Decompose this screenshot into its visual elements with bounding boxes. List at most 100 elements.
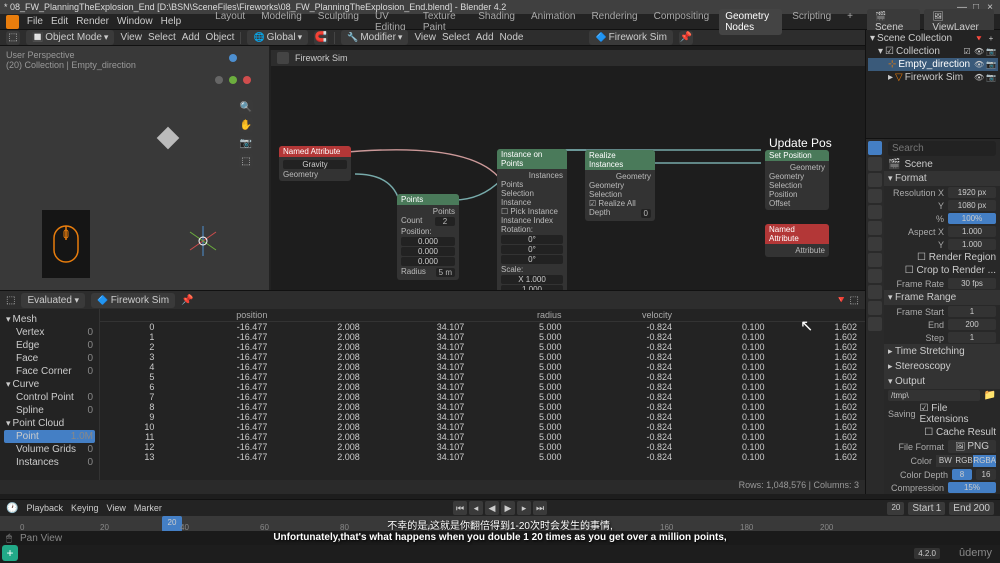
fps-field[interactable]: 30 fps xyxy=(948,278,996,289)
table-row[interactable]: 1-16.4772.00834.1075.000-0.8240.1001.602 xyxy=(100,332,865,342)
column-header[interactable] xyxy=(680,309,772,322)
menu-window[interactable]: Window xyxy=(117,16,153,27)
selection-icon[interactable]: ⬚ xyxy=(850,295,859,306)
column-header[interactable] xyxy=(772,309,865,322)
stereo-panel[interactable]: ▸ Stereoscopy xyxy=(884,359,1000,374)
scene-collection[interactable]: Scene Collection xyxy=(877,33,972,44)
tree-item[interactable]: ▾ Mesh xyxy=(4,313,95,326)
spreadsheet-icon[interactable]: ⬚ xyxy=(6,295,15,306)
render-region-check[interactable]: ☐ Render Region xyxy=(917,252,996,263)
format-panel[interactable]: ▾ Format xyxy=(884,171,1000,186)
firework-sim-field[interactable]: 🔷 Firework Sim xyxy=(589,30,673,45)
timeline-icon[interactable]: 🕐 xyxy=(6,503,18,514)
table-row[interactable]: 6-16.4772.00834.1075.000-0.8240.1001.602 xyxy=(100,382,865,392)
tab-shading[interactable]: Shading xyxy=(472,9,521,35)
playhead[interactable]: 20 xyxy=(162,516,182,532)
3d-viewport[interactable]: User Perspective (20) Collection | Empty… xyxy=(0,46,270,290)
tree-item[interactable]: Spline0 xyxy=(4,404,95,417)
column-header[interactable] xyxy=(275,309,367,322)
eye-icon[interactable]: 👁 xyxy=(974,47,984,56)
spreadsheet-table[interactable]: positionradiusvelocity0-16.4772.00834.10… xyxy=(100,309,865,480)
filter-icon[interactable]: 🔻 xyxy=(974,34,984,43)
toolbar-node[interactable]: Node xyxy=(500,32,524,43)
new-icon[interactable]: + xyxy=(986,34,996,43)
tree-item[interactable]: Face Corner0 xyxy=(4,365,95,378)
table-row[interactable]: 12-16.4772.00834.1075.000-0.8240.1001.60… xyxy=(100,442,865,452)
toolbar-select2[interactable]: Select xyxy=(442,32,470,43)
toolbar-object[interactable]: Object xyxy=(206,32,235,43)
toolbar-add2[interactable]: Add xyxy=(476,32,494,43)
table-row[interactable]: 2-16.4772.00834.1075.000-0.8240.1001.602 xyxy=(100,342,865,352)
collection[interactable]: Collection xyxy=(896,46,960,57)
output-path-field[interactable]: /tmp\ xyxy=(888,390,980,401)
column-header[interactable]: position xyxy=(162,309,275,322)
render-tab-icon[interactable] xyxy=(868,141,882,155)
table-row[interactable]: 13-16.4772.00834.1075.000-0.8240.1001.60… xyxy=(100,452,865,462)
scene-tab-icon[interactable] xyxy=(868,189,882,203)
tab-texture[interactable]: Texture Paint xyxy=(417,9,468,35)
search-input[interactable] xyxy=(888,141,996,156)
global-orientation[interactable]: 🌐 Global ▾ xyxy=(247,30,308,45)
world-tab-icon[interactable] xyxy=(868,205,882,219)
file-format-field[interactable]: 🖼 PNG xyxy=(948,440,996,453)
res-y-field[interactable]: 1080 px xyxy=(948,200,996,211)
exclude-icon[interactable]: ☑ xyxy=(962,47,972,56)
tab-add[interactable]: + xyxy=(841,9,859,35)
tree-item[interactable]: ▾ Point Cloud xyxy=(4,417,95,430)
browse-icon[interactable]: 📁 xyxy=(984,390,996,401)
column-header[interactable]: radius xyxy=(472,309,569,322)
menu-help[interactable]: Help xyxy=(161,16,182,27)
evaluated-dropdown[interactable]: Evaluated ▾ xyxy=(21,293,85,308)
constraint-tab-icon[interactable] xyxy=(868,285,882,299)
key-next-icon[interactable]: ▸ xyxy=(517,501,531,515)
time-stretch-panel[interactable]: ▸ Time Stretching xyxy=(884,344,1000,359)
color-rgb[interactable]: RGB xyxy=(955,455,974,467)
tree-item[interactable]: Instances0 xyxy=(4,456,95,469)
pin-icon[interactable]: 📌 xyxy=(679,31,693,45)
table-row[interactable]: 0-16.4772.00834.1075.000-0.8240.1001.602 xyxy=(100,322,865,333)
toolbar-select[interactable]: Select xyxy=(148,32,176,43)
menu-edit[interactable]: Edit xyxy=(51,16,68,27)
particle-tab-icon[interactable] xyxy=(868,253,882,267)
table-row[interactable]: 9-16.4772.00834.1075.000-0.8240.1001.602 xyxy=(100,412,865,422)
aspect-x-field[interactable]: 1.000 xyxy=(948,226,996,237)
output-tab-icon[interactable] xyxy=(868,157,882,171)
timeline-playback[interactable]: Playback xyxy=(26,503,63,513)
node-points[interactable]: Points Points Count2 Position: 0.000 0.0… xyxy=(397,194,459,280)
res-x-field[interactable]: 1920 px xyxy=(948,187,996,198)
axis-z-icon[interactable] xyxy=(229,54,237,62)
jump-end-icon[interactable]: ⏭ xyxy=(533,501,547,515)
tree-item[interactable]: Face0 xyxy=(4,352,95,365)
toolbar-view[interactable]: View xyxy=(120,32,142,43)
timeline-marker[interactable]: Marker xyxy=(134,503,162,513)
table-row[interactable]: 7-16.4772.00834.1075.000-0.8240.1001.602 xyxy=(100,392,865,402)
axis-gizmo[interactable] xyxy=(211,54,251,94)
firework-sim-obj[interactable]: Firework Sim xyxy=(905,72,972,83)
node-named-attribute[interactable]: Named Attribute Gravity Geometry xyxy=(279,146,351,181)
table-row[interactable]: 4-16.4772.00834.1075.000-0.8240.1001.602 xyxy=(100,362,865,372)
table-row[interactable]: 5-16.4772.00834.1075.000-0.8240.1001.602 xyxy=(100,372,865,382)
node-named-attribute-2[interactable]: Named Attribute Attribute xyxy=(765,224,829,257)
tree-item[interactable]: Point1.0M xyxy=(4,430,95,443)
file-ext-check[interactable]: ☑ File Extensions xyxy=(920,403,996,425)
add-button[interactable]: + xyxy=(2,545,18,561)
cube-object[interactable] xyxy=(157,127,180,150)
crop-check[interactable]: ☐ Crop to Render ... xyxy=(905,265,996,276)
timeline-keying[interactable]: Keying xyxy=(71,503,99,513)
compression-field[interactable]: 15% xyxy=(948,482,996,493)
column-header[interactable] xyxy=(368,309,472,322)
res-percent-field[interactable]: 100% xyxy=(948,213,996,224)
object-mode-dropdown[interactable]: 🔲 Object Mode ▾ xyxy=(26,30,114,45)
output-panel[interactable]: ▾ Output xyxy=(884,374,1000,389)
empty-object[interactable] xyxy=(188,226,218,259)
table-row[interactable]: 11-16.4772.00834.1075.000-0.8240.1001.60… xyxy=(100,432,865,442)
data-tab-icon[interactable] xyxy=(868,301,882,315)
table-row[interactable]: 10-16.4772.00834.1075.000-0.8240.1001.60… xyxy=(100,422,865,432)
menu-file[interactable]: File xyxy=(27,16,43,27)
toolbar-view2[interactable]: View xyxy=(414,32,436,43)
table-row[interactable]: 8-16.4772.00834.1075.000-0.8240.1001.602 xyxy=(100,402,865,412)
camera-icon[interactable]: 📷 xyxy=(239,136,253,150)
blender-logo-icon[interactable] xyxy=(6,15,19,29)
tab-layout[interactable]: Layout xyxy=(209,9,251,35)
snap-icon[interactable]: 🧲 xyxy=(314,31,328,45)
